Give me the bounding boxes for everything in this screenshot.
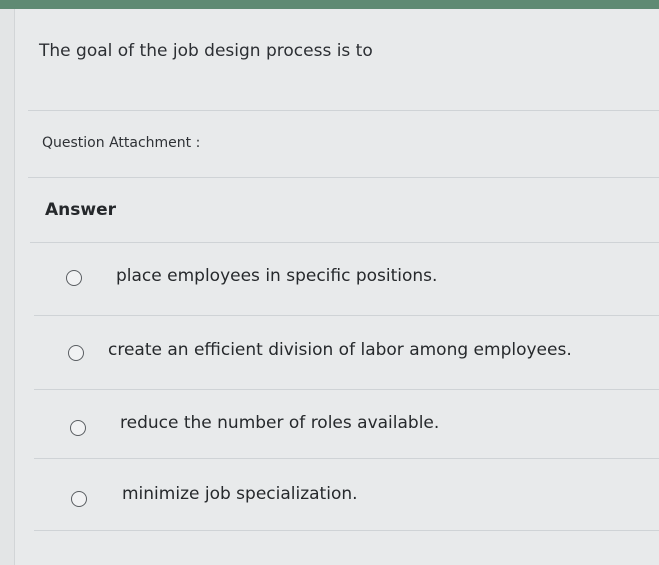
divider — [34, 458, 659, 459]
answer-heading: Answer — [45, 200, 116, 220]
divider — [28, 177, 659, 178]
top-accent-bar — [0, 0, 659, 9]
radio-button[interactable] — [68, 345, 84, 361]
answer-option-label: create an efficient division of labor am… — [108, 340, 572, 360]
divider — [34, 530, 659, 531]
divider — [34, 315, 659, 316]
answer-option-1[interactable]: place employees in specific positions. — [60, 262, 480, 292]
divider — [30, 242, 659, 243]
answer-option-label: place employees in specific positions. — [116, 266, 438, 286]
question-text: The goal of the job design process is to — [39, 41, 373, 61]
answer-option-label: minimize job specialization. — [122, 484, 358, 504]
radio-button[interactable] — [71, 491, 87, 507]
divider — [28, 110, 659, 111]
answer-option-label: reduce the number of roles available. — [120, 413, 440, 433]
divider — [34, 389, 659, 390]
answer-option-3[interactable]: reduce the number of roles available. — [60, 408, 480, 438]
question-attachment-label: Question Attachment : — [42, 135, 201, 151]
answer-option-2[interactable]: create an efficient division of labor am… — [60, 336, 620, 366]
radio-button[interactable] — [70, 420, 86, 436]
answer-option-4[interactable]: minimize job specialization. — [60, 481, 400, 511]
radio-button[interactable] — [66, 270, 82, 286]
